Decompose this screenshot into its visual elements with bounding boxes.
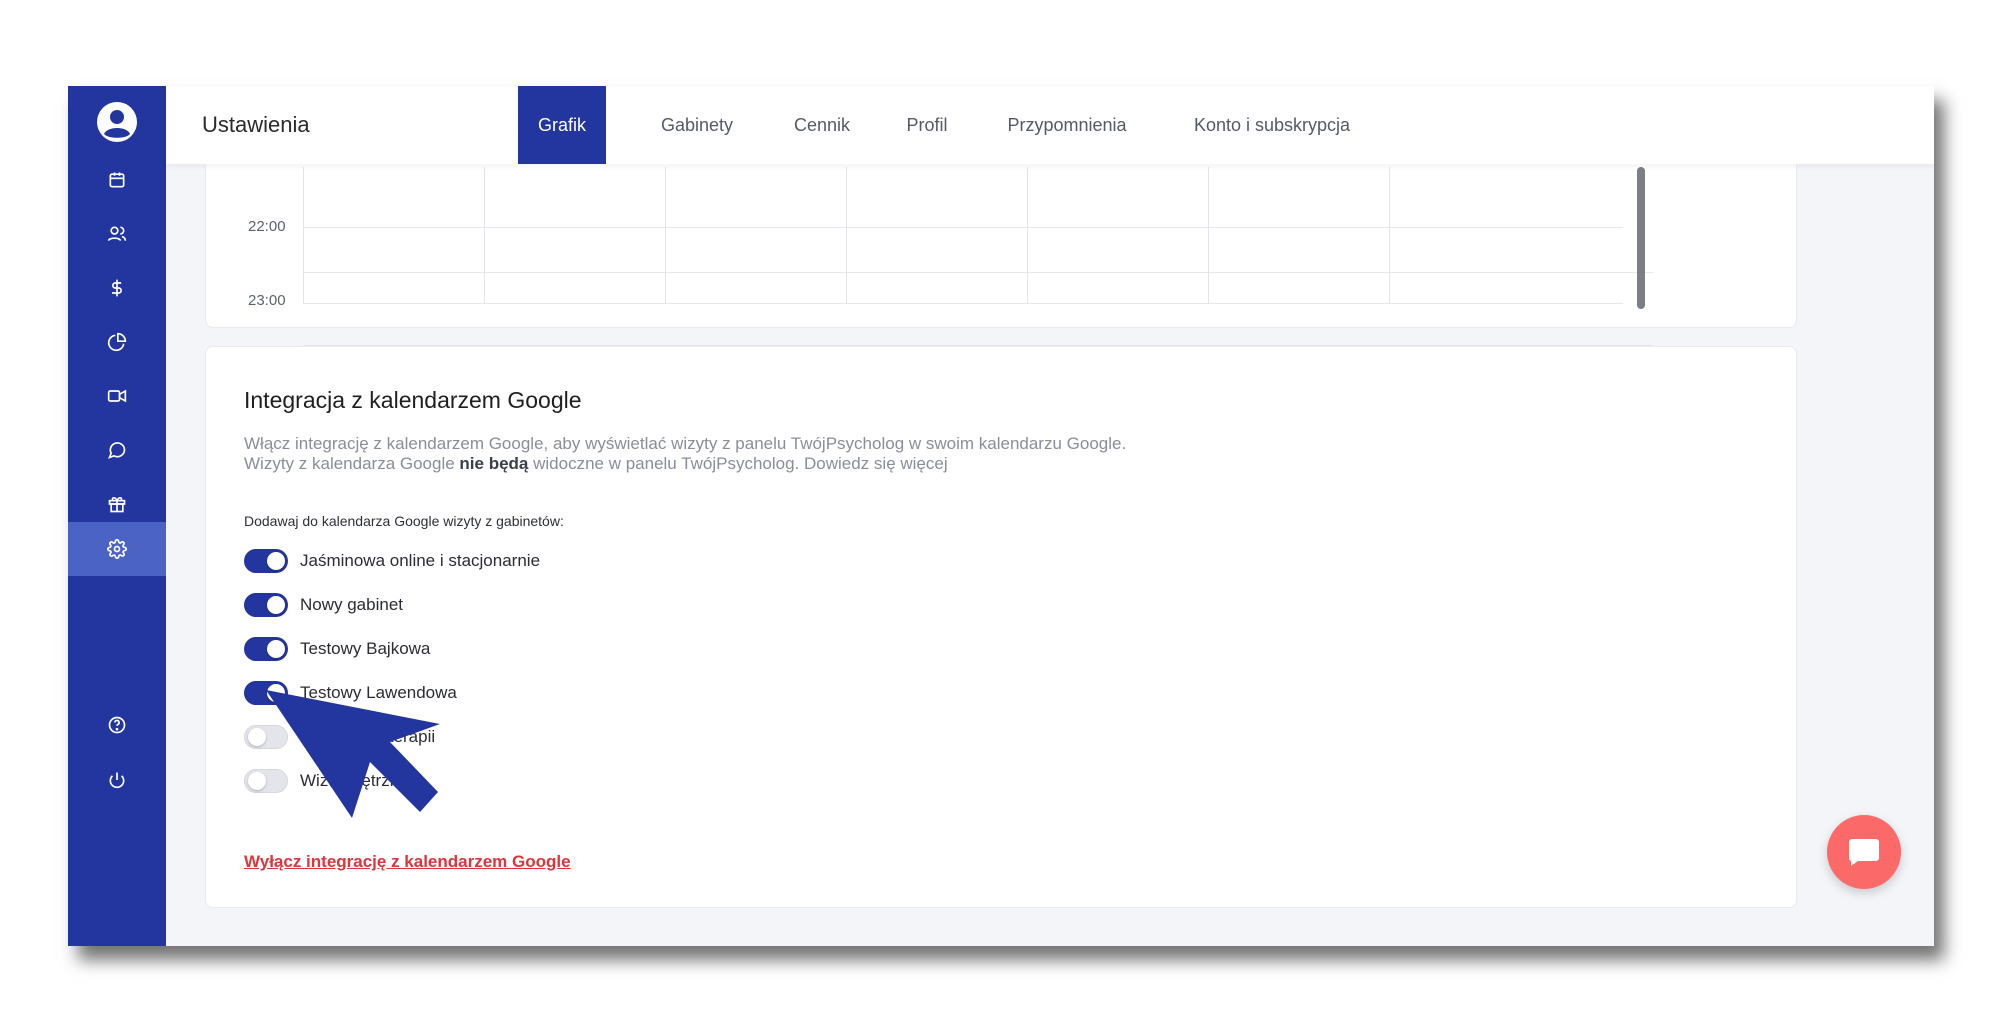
chat-button[interactable]	[1827, 815, 1901, 889]
disable-integration-link[interactable]: Wyłącz integrację z kalendarzem Google	[244, 852, 571, 872]
tab-przypomnienia[interactable]: Przypomnienia	[982, 86, 1152, 164]
power-icon	[109, 772, 125, 789]
office-label: Jaśminowa online i stacjonarnie	[300, 551, 541, 570]
chat-bubble-icon	[1848, 839, 1879, 866]
office-toggle-row: Nowy gabinet	[244, 592, 403, 618]
tab-gabinety[interactable]: Gabinety	[632, 86, 762, 164]
pie-chart-icon	[107, 332, 127, 352]
sidebar-item-clients[interactable]	[68, 207, 166, 261]
sidebar-item-settings[interactable]	[68, 522, 166, 576]
gear-icon	[107, 539, 127, 559]
office-label: Wiz... ...ętrzne	[300, 771, 409, 790]
time-label-22: 22:00	[248, 218, 286, 235]
tab-grafik[interactable]: Grafik	[518, 86, 606, 164]
gift-icon	[108, 497, 126, 513]
office-label: Testowy Bajkowa	[300, 639, 431, 658]
tab-konto-subskrypcja[interactable]: Konto i subskrypcja	[1162, 86, 1382, 164]
integration-description-line1: Włącz integrację z kalendarzem Google, a…	[244, 434, 1127, 453]
page-title: Ustawienia	[202, 112, 310, 137]
chat-icon	[108, 442, 126, 459]
schedule-scrollbar[interactable]	[1637, 167, 1645, 309]
users-icon	[107, 226, 127, 242]
sidebar	[68, 86, 166, 946]
sidebar-item-help[interactable]	[68, 698, 166, 752]
office-label: ...et Psychoterapii	[300, 727, 436, 746]
sidebar-item-video[interactable]	[68, 369, 166, 423]
user-avatar-icon[interactable]	[96, 101, 138, 143]
office-toggle-row: Jaśminowa online i stacjonarnie	[244, 548, 540, 574]
office-toggle-testowy-lawendowa[interactable]	[244, 681, 288, 705]
video-icon	[107, 389, 127, 403]
sidebar-item-stats[interactable]	[68, 315, 166, 369]
sidebar-item-messages[interactable]	[68, 423, 166, 477]
learn-more-text: widoczne w panelu TwójPsycholog. Dowiedz…	[528, 454, 948, 473]
office-toggle-row: Testowy Bajkowa	[244, 636, 430, 662]
help-icon	[108, 716, 126, 734]
office-toggle-testowy-bajkowa[interactable]	[244, 637, 288, 661]
office-toggle-psychoterapii[interactable]	[244, 725, 288, 749]
office-toggle-row: ...et Psychoterapii	[244, 724, 435, 750]
integration-description-line2: Wizyty z kalendarza Google nie będą wido…	[244, 454, 948, 473]
google-integration-card: Integracja z kalendarzem Google Włącz in…	[205, 346, 1797, 908]
office-toggle-row: Wiz... ...ętrzne	[244, 768, 409, 794]
office-toggle-nowy-gabinet[interactable]	[244, 593, 288, 617]
integration-title: Integracja z kalendarzem Google	[244, 387, 582, 413]
offices-subheading: Dodawaj do kalendarza Google wizyty z ga…	[244, 513, 564, 529]
office-toggle-jasminowa[interactable]	[244, 549, 288, 573]
tab-cennik[interactable]: Cennik	[772, 86, 872, 164]
sidebar-item-calendar[interactable]	[68, 153, 166, 207]
tab-profil[interactable]: Profil	[882, 86, 972, 164]
sidebar-item-payments[interactable]	[68, 261, 166, 315]
office-label: Testowy Lawendowa	[300, 683, 457, 702]
calendar-icon	[109, 172, 125, 188]
app-window: Ustawienia Grafik Gabinety Cennik Profil…	[68, 86, 1934, 946]
sidebar-item-logout[interactable]	[68, 753, 166, 807]
dollar-icon	[112, 279, 122, 297]
office-toggle-wizyty-zewnetrzne[interactable]	[244, 769, 288, 793]
top-bar: Ustawienia Grafik Gabinety Cennik Profil…	[166, 86, 1934, 164]
office-toggle-row: Testowy Lawendowa	[244, 680, 457, 706]
time-label-23: 23:00	[248, 292, 286, 309]
office-label: Nowy gabinet	[300, 595, 404, 614]
